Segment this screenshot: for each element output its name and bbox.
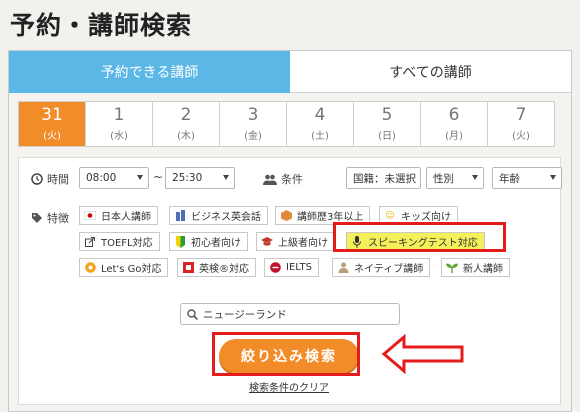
- date-weekday: (金): [244, 131, 262, 142]
- date-option[interactable]: 31 (火): [19, 102, 86, 146]
- search-input[interactable]: ニュージーランド: [180, 303, 400, 325]
- time-from-value: 08:00: [86, 172, 117, 184]
- tag-label: キッズ向け: [401, 212, 451, 223]
- age-select[interactable]: 年齢: [492, 167, 562, 189]
- date-weekday: (土): [311, 131, 329, 142]
- highlight-annotation-box: [333, 222, 506, 252]
- tag-advanced[interactable]: 上級者向け: [256, 232, 335, 251]
- letsgo-icon: [84, 262, 96, 274]
- date-weekday: (月): [445, 131, 463, 142]
- conditions-label: 条件: [263, 171, 303, 187]
- clear-conditions-link[interactable]: 検索条件のクリア: [249, 379, 329, 394]
- date-option[interactable]: 5 (日): [354, 102, 421, 146]
- search-value: ニュージーランド: [203, 308, 287, 321]
- tag-new-teacher[interactable]: 新人講師: [441, 258, 510, 277]
- date-option[interactable]: 3 (金): [220, 102, 287, 146]
- tag-ielts[interactable]: IELTS: [264, 258, 319, 277]
- gender-value: 性別: [433, 172, 454, 185]
- time-label-text: 時間: [47, 173, 69, 186]
- nationality-value: 国籍：未選択: [353, 172, 416, 185]
- button-annotation-box: [212, 332, 360, 376]
- date-option[interactable]: 1 (水): [86, 102, 153, 146]
- date-day: 4: [314, 105, 326, 125]
- date-day: 1: [113, 105, 125, 125]
- date-weekday: (火): [43, 131, 61, 142]
- time-separator: ~: [153, 170, 164, 184]
- tag-label: 講師歴3年以上: [297, 212, 364, 223]
- chevron-down-icon: [223, 175, 229, 180]
- date-weekday: (火): [512, 131, 530, 142]
- date-picker: 31 (火) 1 (水) 2 (木) 3 (金) 4 (土) 5 (日) 6 (月) 7 (火): [18, 101, 555, 147]
- tag-label: 初心者向け: [191, 238, 241, 249]
- ielts-icon: [269, 262, 281, 274]
- arrow-left-icon: [382, 334, 464, 374]
- sprout-icon: [446, 262, 458, 274]
- tab-available-teachers[interactable]: 予約できる講師: [9, 51, 290, 93]
- nationality-select[interactable]: 国籍：未選択: [346, 167, 421, 189]
- external-icon: [84, 236, 96, 248]
- date-day: 6: [448, 105, 460, 125]
- conditions-label-text: 条件: [281, 173, 303, 186]
- tag-label: ビジネス英会話: [191, 212, 261, 223]
- tab-all-teachers[interactable]: すべての講師: [290, 51, 571, 93]
- cube-icon: [280, 210, 292, 222]
- time-label: 時間: [31, 171, 69, 187]
- tag-label: IELTS: [286, 262, 312, 273]
- tag-label: 英検®対応: [199, 264, 249, 275]
- beginner-mark-icon: [174, 235, 186, 248]
- smile-icon: ☺: [385, 210, 395, 221]
- date-day: 31: [41, 105, 63, 125]
- tag-japanese-teacher[interactable]: 日本人講師: [79, 206, 158, 225]
- chevron-down-icon: [550, 175, 556, 180]
- people-icon: [263, 174, 277, 185]
- tag-lets-go[interactable]: Let's Go対応: [79, 258, 169, 277]
- time-to-value: 25:30: [172, 172, 203, 184]
- japan-flag-icon: [84, 210, 96, 222]
- tab-bar: 予約できる講師 すべての講師: [9, 51, 571, 93]
- tag-label: 上級者向け: [278, 238, 328, 249]
- date-weekday: (水): [110, 131, 128, 142]
- tag-toefl[interactable]: TOEFL対応: [79, 232, 160, 251]
- date-weekday: (日): [378, 131, 396, 142]
- date-day: 2: [180, 105, 192, 125]
- gender-select[interactable]: 性別: [426, 167, 484, 189]
- building-icon: [174, 210, 186, 222]
- tag-label: Let's Go対応: [101, 264, 162, 275]
- date-option[interactable]: 2 (木): [153, 102, 220, 146]
- tag-beginner[interactable]: 初心者向け: [169, 232, 248, 251]
- person-icon: [337, 262, 349, 274]
- features-label: 特徴: [31, 210, 69, 226]
- tag-label: ネイティブ講師: [354, 264, 424, 275]
- clock-icon: [31, 173, 43, 185]
- age-value: 年齢: [499, 172, 520, 185]
- graduation-cap-icon: [261, 236, 273, 248]
- page-title: 予約・講師検索: [10, 11, 193, 40]
- tag-label: TOEFL対応: [101, 238, 153, 249]
- date-option[interactable]: 6 (月): [421, 102, 488, 146]
- date-day: 3: [247, 105, 259, 125]
- search-icon: [187, 308, 198, 320]
- features-label-text: 特徴: [47, 212, 69, 225]
- tag-label: 日本人講師: [101, 212, 151, 223]
- time-from-select[interactable]: 08:00: [79, 167, 149, 189]
- chevron-down-icon: [472, 175, 478, 180]
- chevron-down-icon: [137, 175, 143, 180]
- date-option[interactable]: 7 (火): [488, 102, 554, 146]
- tag-native-teacher[interactable]: ネイティブ講師: [332, 258, 431, 277]
- date-day: 7: [515, 105, 527, 125]
- eiken-icon: [182, 262, 194, 274]
- tag-icon: [32, 213, 42, 223]
- time-to-select[interactable]: 25:30: [165, 167, 235, 189]
- tag-eiken[interactable]: 英検®対応: [177, 258, 256, 277]
- tag-business-english[interactable]: ビジネス英会話: [169, 206, 268, 225]
- date-day: 5: [381, 105, 393, 125]
- date-option[interactable]: 4 (土): [287, 102, 354, 146]
- date-weekday: (木): [177, 131, 195, 142]
- tag-label: 新人講師: [463, 264, 503, 275]
